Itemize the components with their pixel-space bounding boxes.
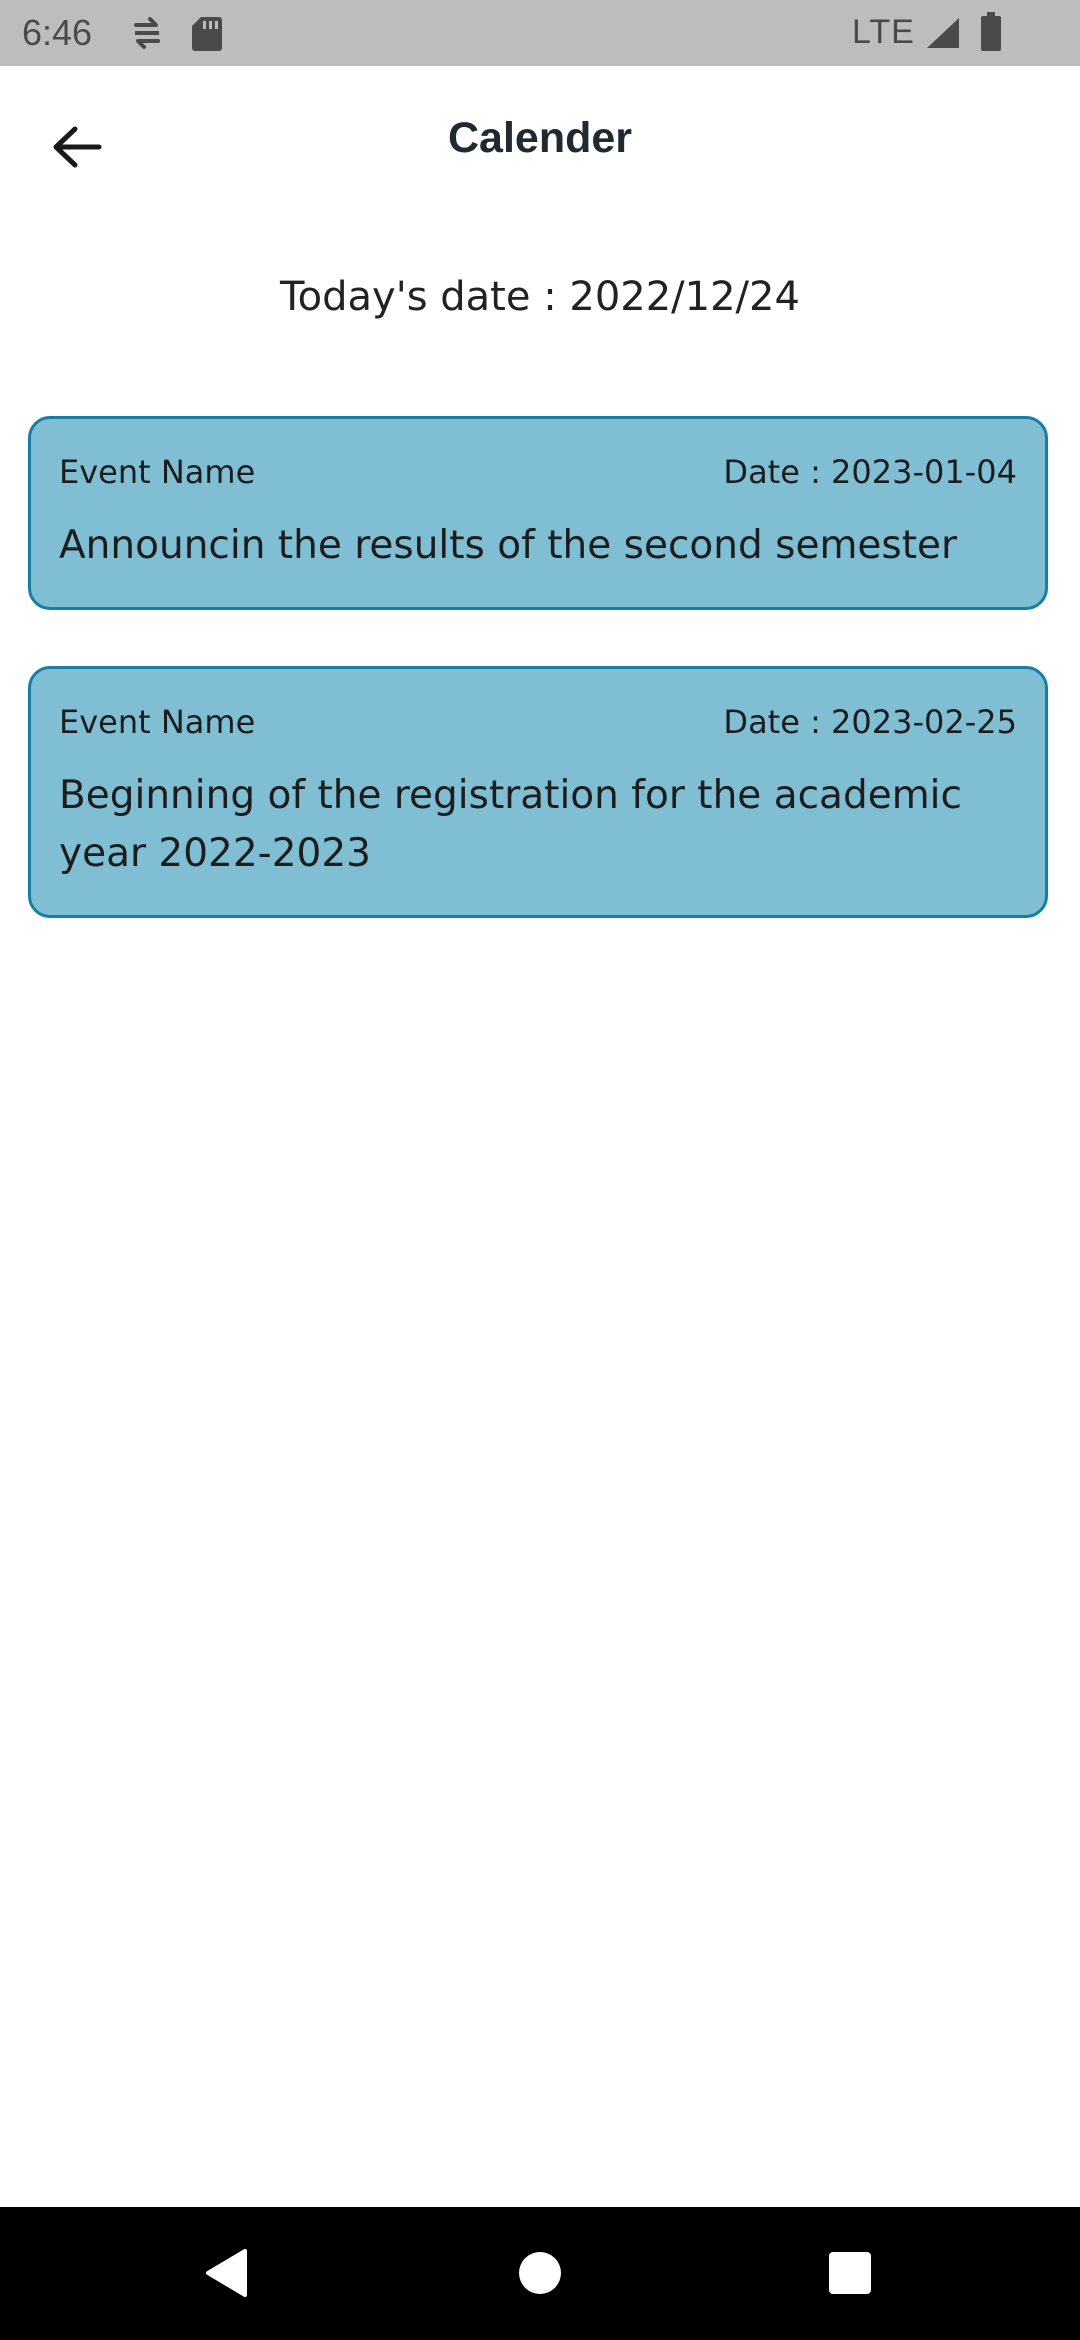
- event-name-label: Event Name: [59, 453, 256, 491]
- event-card[interactable]: Event Name Date : 2023-02-25 Beginning o…: [28, 666, 1048, 918]
- sync-icon: [130, 15, 164, 56]
- navigation-bar: [0, 2207, 1080, 2340]
- event-description: Announcin the results of the second seme…: [59, 523, 958, 568]
- event-card-header: Event Name Date : 2023-01-04: [59, 453, 1017, 491]
- battery-icon: [980, 12, 1002, 57]
- network-type: LTE: [852, 13, 915, 51]
- page-title: Calender: [447, 114, 632, 162]
- nav-recents-button[interactable]: [818, 2243, 882, 2307]
- sd-card-icon: [191, 15, 223, 56]
- event-card[interactable]: Event Name Date : 2023-01-04 Announcin t…: [28, 416, 1048, 610]
- status-bar: 6:46 LTE: [0, 0, 1080, 66]
- app-bar: Calender: [0, 66, 1080, 218]
- event-name-label: Event Name: [59, 703, 256, 741]
- event-card-header: Event Name Date : 2023-02-25: [59, 703, 1017, 741]
- nav-home-button[interactable]: [508, 2243, 572, 2307]
- back-triangle-icon: [203, 2248, 249, 2302]
- event-description: Beginning of the registration for the ac…: [59, 773, 962, 876]
- nav-back-button[interactable]: [194, 2243, 258, 2307]
- status-time: 6:46: [22, 12, 93, 53]
- event-date: Date : 2023-01-04: [723, 453, 1017, 491]
- home-circle-icon: [518, 2251, 562, 2299]
- signal-icon: [925, 16, 961, 55]
- todays-date: Today's date : 2022/12/24: [280, 274, 800, 320]
- event-date: Date : 2023-02-25: [723, 703, 1017, 741]
- recents-square-icon: [828, 2251, 872, 2299]
